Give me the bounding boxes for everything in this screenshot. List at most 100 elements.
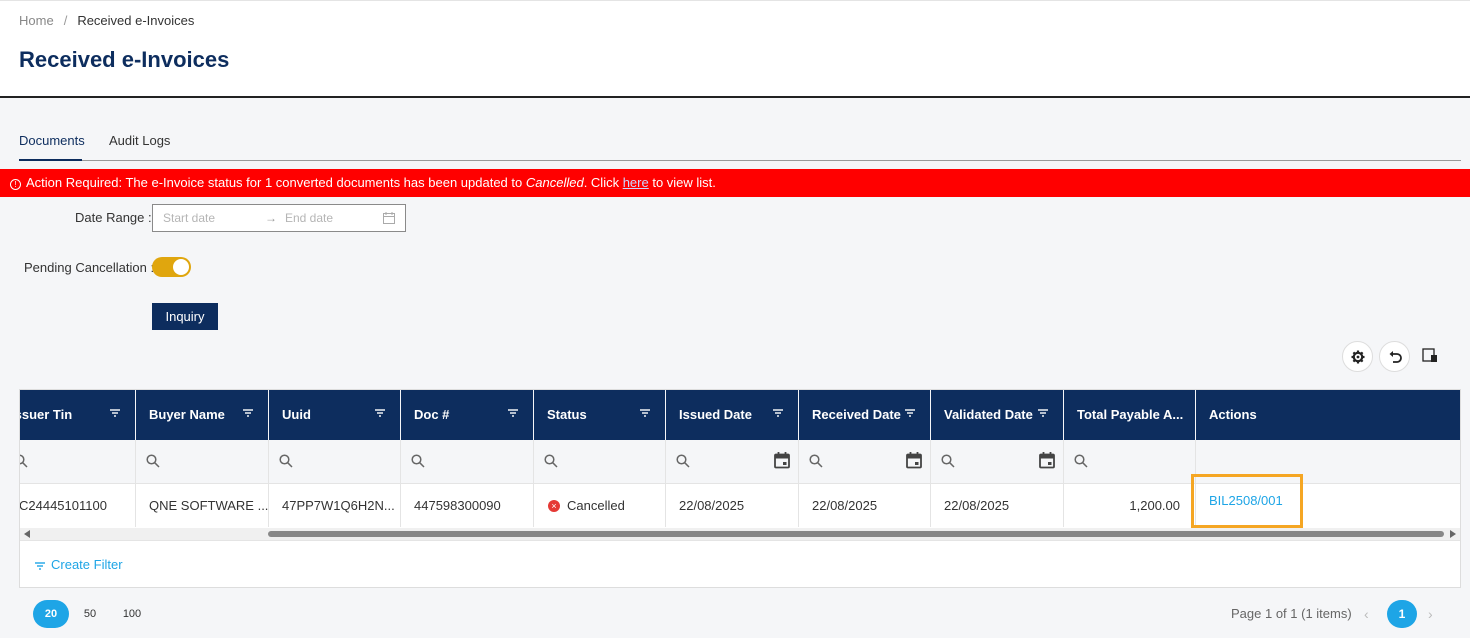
cell-uuid: 47PP7W1Q6H2N... — [269, 484, 401, 527]
filter-icon[interactable] — [773, 409, 783, 417]
column-chooser-icon — [1422, 348, 1437, 362]
column-header-issuer-tin[interactable]: Issuer Tin — [20, 390, 136, 440]
page-number-button[interactable]: 1 — [1387, 600, 1417, 628]
search-icon — [146, 454, 160, 468]
calendar-icon — [383, 212, 395, 224]
cell-total-payable: 1,200.00 — [1064, 484, 1196, 527]
filter-cell-buyer-name[interactable] — [136, 440, 269, 484]
grid-header-row: Issuer Tin Buyer Name Uuid Doc # Status … — [20, 390, 1460, 440]
breadcrumb-separator: / — [63, 13, 68, 28]
calendar-icon[interactable] — [906, 452, 922, 469]
breadcrumb-current: Received e-Invoices — [77, 13, 195, 28]
filter-icon[interactable] — [508, 409, 518, 417]
cell-buyer-name: QNE SOFTWARE ... — [136, 484, 269, 527]
cancelled-status-icon: × — [548, 500, 560, 512]
column-header-status[interactable]: Status — [534, 390, 666, 440]
scrollbar-thumb[interactable] — [268, 531, 1444, 537]
validated-date-value: 22/08/2025 — [944, 498, 1010, 513]
calendar-icon[interactable] — [774, 452, 790, 469]
column-header-label: Total Payable A... — [1077, 407, 1184, 422]
alert-text-before: Action Required: The e-Invoice status fo… — [26, 175, 526, 190]
create-filter-label: Create Filter — [51, 557, 123, 572]
start-date-input[interactable]: Start date — [163, 211, 215, 225]
search-icon — [941, 454, 955, 468]
date-range-picker[interactable]: Start date → End date — [152, 204, 406, 232]
tab-documents[interactable]: Documents — [19, 133, 85, 148]
tab-audit-logs[interactable]: Audit Logs — [109, 133, 170, 148]
page-info: Page 1 of 1 (1 items) — [1231, 606, 1352, 621]
filter-icon[interactable] — [243, 409, 253, 417]
end-date-input[interactable]: End date — [285, 211, 333, 225]
search-icon — [676, 454, 690, 468]
filter-cell-doc-no[interactable] — [401, 440, 534, 484]
alert-here-link[interactable]: here — [623, 175, 649, 190]
tab-bar: Documents Audit Logs — [19, 124, 1461, 161]
page-size-100[interactable]: 100 — [120, 600, 144, 628]
breadcrumb-home[interactable]: Home — [19, 13, 54, 28]
filter-icon[interactable] — [1038, 409, 1048, 417]
chevron-left-icon[interactable]: ‹ — [1364, 606, 1369, 622]
bill-link[interactable]: BIL2508/001 — [1209, 493, 1283, 508]
issuer-tin-value: C24445101100 — [20, 498, 107, 513]
buyer-name-value: QNE SOFTWARE ... — [149, 498, 269, 513]
total-payable-value: 1,200.00 — [1129, 498, 1180, 513]
received-date-value: 22/08/2025 — [812, 498, 878, 513]
filter-cell-status[interactable] — [534, 440, 666, 484]
page-size-50[interactable]: 50 — [80, 600, 100, 628]
scroll-right-icon[interactable] — [1450, 530, 1456, 538]
tab-documents-label: Documents — [19, 133, 85, 148]
column-header-buyer-name[interactable]: Buyer Name — [136, 390, 269, 440]
tab-audit-logs-label: Audit Logs — [109, 133, 171, 148]
column-header-label: Actions — [1209, 407, 1257, 422]
filter-cell-issuer-tin[interactable] — [20, 440, 136, 484]
chevron-right-icon[interactable]: › — [1428, 606, 1433, 622]
column-header-label: Status — [547, 407, 587, 422]
column-header-uuid[interactable]: Uuid — [269, 390, 401, 440]
scroll-left-icon[interactable] — [24, 530, 30, 538]
filter-icon[interactable] — [110, 409, 120, 417]
column-chooser-button[interactable] — [1422, 347, 1440, 365]
search-icon — [544, 454, 558, 468]
column-header-label: Issued Date — [679, 407, 752, 422]
column-header-label: Issuer Tin — [20, 407, 73, 422]
uuid-value: 47PP7W1Q6H2N... — [282, 498, 395, 513]
filter-cell-received-date[interactable] — [799, 440, 931, 484]
settings-button[interactable] — [1342, 341, 1373, 372]
alert-text-after: to view list. — [648, 175, 716, 190]
cell-received-date: 22/08/2025 — [799, 484, 931, 527]
filter-icon[interactable] — [375, 409, 385, 417]
column-header-issued-date[interactable]: Issued Date — [666, 390, 799, 440]
pending-cancellation-toggle[interactable] — [152, 257, 191, 277]
grid-footer: Create Filter — [20, 540, 1460, 587]
column-header-total-payable[interactable]: Total Payable A... — [1064, 390, 1196, 440]
column-header-received-date[interactable]: Received Date — [799, 390, 931, 440]
cell-validated-date: 22/08/2025 — [931, 484, 1064, 527]
search-icon — [279, 454, 293, 468]
date-range-label: Date Range : — [75, 210, 152, 225]
inquiry-button[interactable]: Inquiry — [152, 303, 218, 330]
column-header-actions: Actions — [1196, 390, 1460, 440]
filter-icon — [35, 562, 45, 570]
cell-status: × Cancelled — [534, 484, 666, 527]
create-filter-button[interactable]: Create Filter — [35, 557, 123, 572]
column-header-label: Validated Date — [944, 407, 1033, 422]
page-header: Home / Received e-Invoices Received e-Invo… — [0, 0, 1470, 98]
filter-cell-issued-date[interactable] — [666, 440, 799, 484]
reset-layout-button[interactable] — [1379, 341, 1410, 372]
column-header-label: Received Date — [812, 407, 901, 422]
filter-cell-uuid[interactable] — [269, 440, 401, 484]
column-header-validated-date[interactable]: Validated Date — [931, 390, 1064, 440]
filter-cell-validated-date[interactable] — [931, 440, 1064, 484]
filter-icon[interactable] — [905, 409, 915, 417]
horizontal-scrollbar[interactable] — [20, 528, 1460, 540]
cell-issued-date: 22/08/2025 — [666, 484, 799, 527]
date-range-arrow: → — [265, 211, 277, 225]
column-header-doc-no[interactable]: Doc # — [401, 390, 534, 440]
action-required-alert: ! Action Required: The e-Invoice status f… — [0, 169, 1470, 197]
search-icon — [411, 454, 425, 468]
filter-cell-total-payable[interactable] — [1064, 440, 1196, 484]
search-icon — [20, 454, 28, 468]
filter-icon[interactable] — [640, 409, 650, 417]
page-size-20[interactable]: 20 — [33, 600, 69, 628]
calendar-icon[interactable] — [1039, 452, 1055, 469]
